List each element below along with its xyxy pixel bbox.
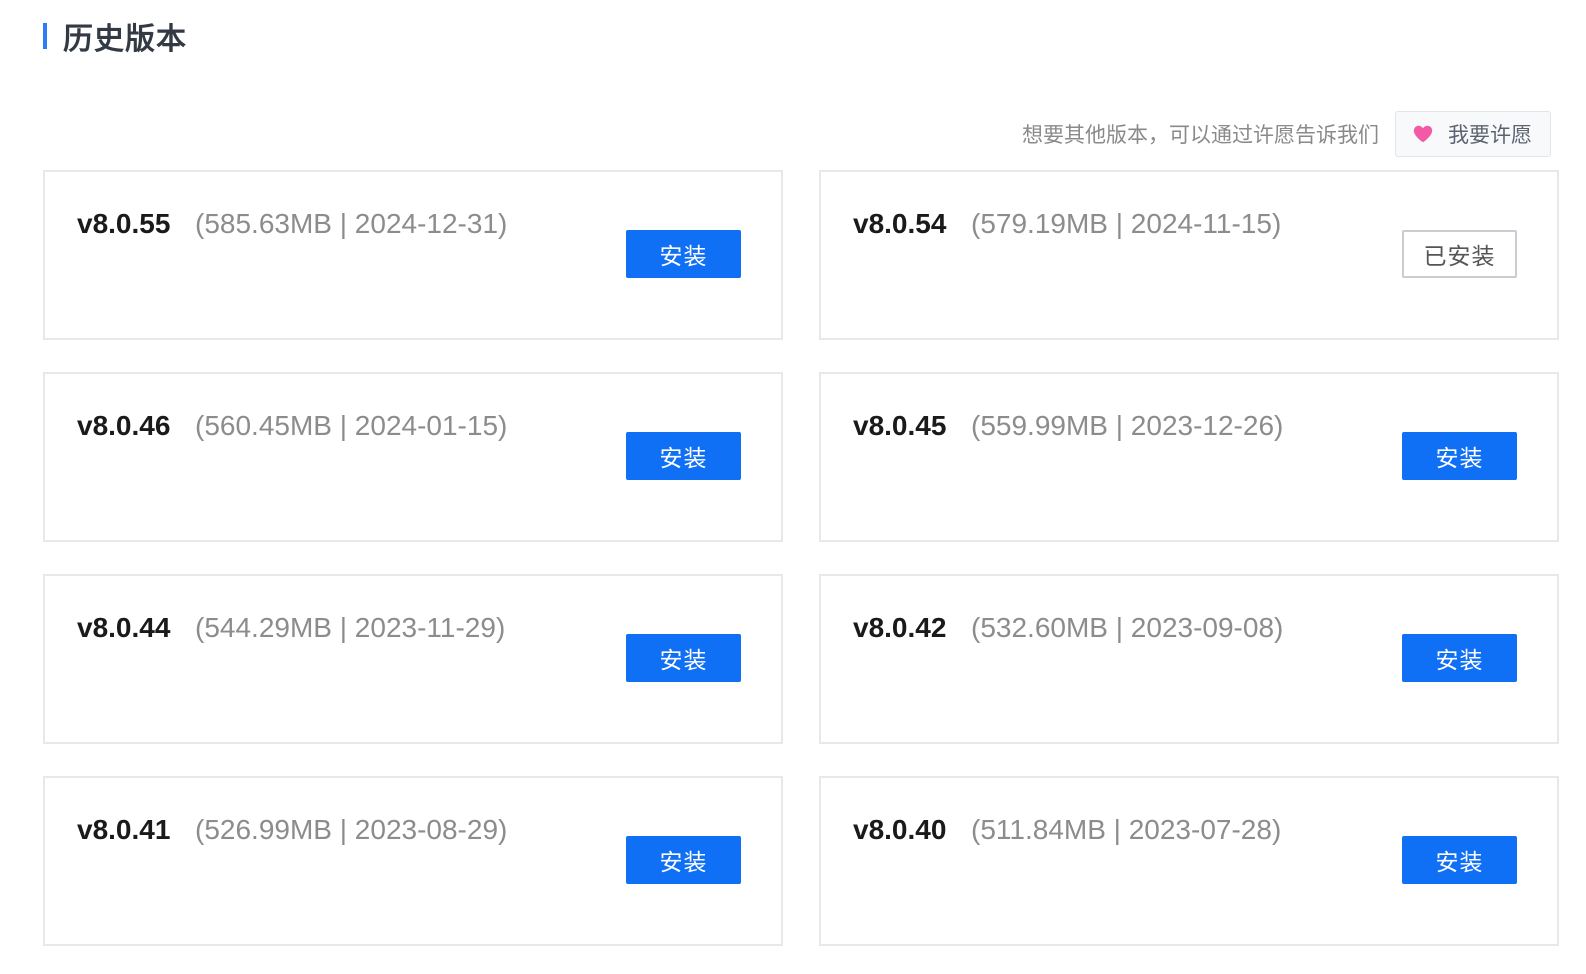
- version-card: v8.0.46 (560.45MB | 2024-01-15) 安装: [43, 372, 783, 542]
- install-button[interactable]: 安装: [626, 634, 741, 682]
- install-button[interactable]: 安装: [626, 432, 741, 480]
- wish-prompt: 想要其他版本，可以通过许愿告诉我们: [1022, 124, 1379, 147]
- section-title: 历史版本: [63, 23, 187, 56]
- version-meta: (559.99MB | 2023-12-26): [971, 410, 1284, 441]
- version-meta: (526.99MB | 2023-08-29): [195, 814, 508, 845]
- install-button[interactable]: 安装: [1402, 836, 1517, 884]
- version-number: v8.0.46: [77, 410, 171, 441]
- version-card: v8.0.44 (544.29MB | 2023-11-29) 安装: [43, 574, 783, 744]
- installed-button[interactable]: 已安装: [1402, 230, 1517, 278]
- version-meta: (560.45MB | 2024-01-15): [195, 410, 508, 441]
- version-meta: (585.63MB | 2024-12-31): [195, 208, 508, 239]
- install-button[interactable]: 安装: [626, 230, 741, 278]
- version-card: v8.0.55 (585.63MB | 2024-12-31) 安装: [43, 170, 783, 340]
- install-button[interactable]: 安装: [626, 836, 741, 884]
- wish-button[interactable]: 我要许愿: [1395, 111, 1551, 157]
- install-button[interactable]: 安装: [1402, 432, 1517, 480]
- version-number: v8.0.45: [853, 410, 947, 441]
- wish-button-label: 我要许愿: [1448, 124, 1532, 147]
- install-button[interactable]: 安装: [1402, 634, 1517, 682]
- version-number: v8.0.44: [77, 612, 171, 643]
- version-meta: (579.19MB | 2024-11-15): [971, 208, 1282, 239]
- version-meta: (511.84MB | 2023-07-28): [971, 814, 1282, 845]
- version-number: v8.0.42: [853, 612, 947, 643]
- version-card: v8.0.40 (511.84MB | 2023-07-28) 安装: [819, 776, 1559, 946]
- version-number: v8.0.55: [77, 208, 171, 239]
- version-grid: v8.0.55 (585.63MB | 2024-12-31) 安装 v8.0.…: [43, 170, 1559, 946]
- version-number: v8.0.40: [853, 814, 947, 845]
- version-card: v8.0.54 (579.19MB | 2024-11-15) 已安装: [819, 170, 1559, 340]
- version-number: v8.0.41: [77, 814, 171, 845]
- version-card: v8.0.45 (559.99MB | 2023-12-26) 安装: [819, 372, 1559, 542]
- version-meta: (544.29MB | 2023-11-29): [195, 612, 506, 643]
- wish-row: 想要其他版本，可以通过许愿告诉我们 我要许愿: [1022, 111, 1551, 157]
- heart-icon: [1412, 123, 1434, 145]
- version-card: v8.0.41 (526.99MB | 2023-08-29) 安装: [43, 776, 783, 946]
- section-accent-bar: [43, 23, 47, 49]
- section-header: 历史版本: [43, 14, 187, 58]
- version-card: v8.0.42 (532.60MB | 2023-09-08) 安装: [819, 574, 1559, 744]
- version-number: v8.0.54: [853, 208, 947, 239]
- version-meta: (532.60MB | 2023-09-08): [971, 612, 1284, 643]
